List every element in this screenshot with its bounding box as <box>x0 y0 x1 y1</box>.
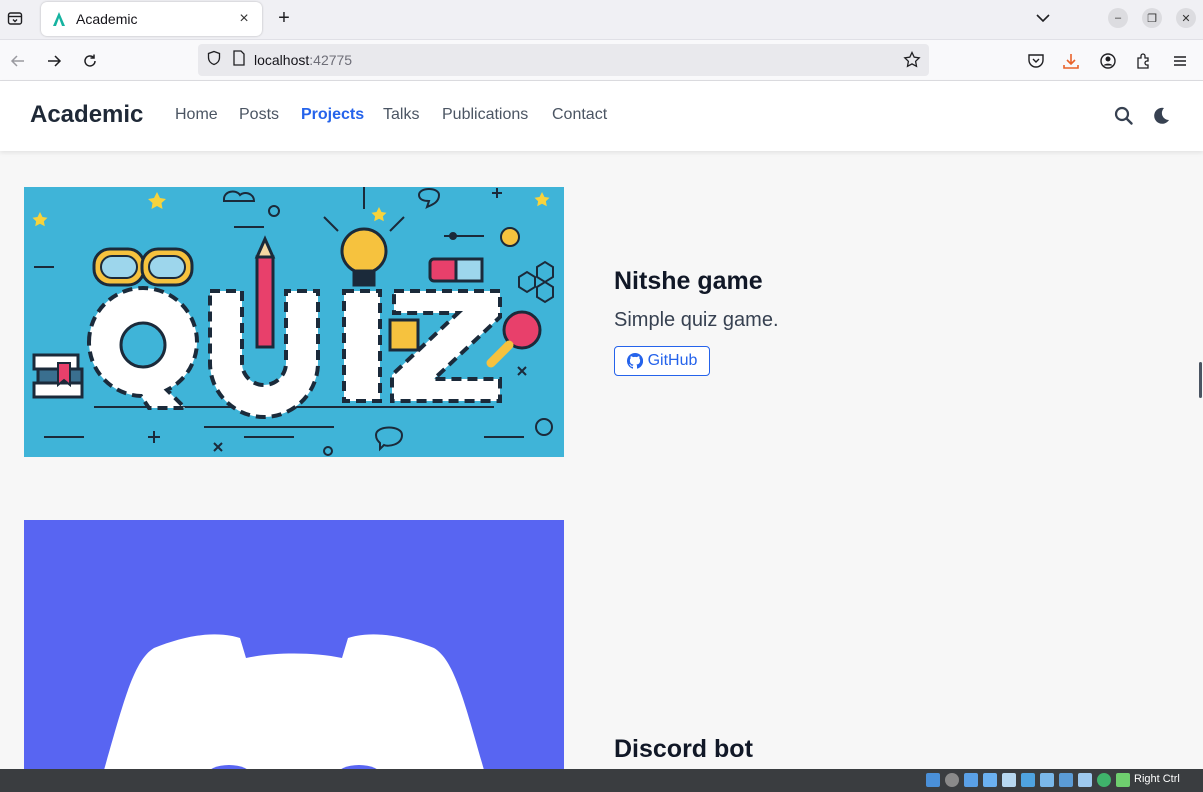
vrdp-icon[interactable] <box>1078 773 1092 787</box>
extensions-icon[interactable] <box>1134 51 1154 71</box>
capture-icon[interactable] <box>1059 773 1073 787</box>
reload-icon[interactable] <box>80 51 100 71</box>
quiz-project-image[interactable] <box>24 187 564 457</box>
host-taskbar: Right Ctrl <box>0 769 1203 792</box>
audio-icon[interactable] <box>964 773 978 787</box>
nav-link-projects[interactable]: Projects <box>301 106 364 124</box>
forward-icon[interactable] <box>44 51 64 71</box>
nav-link-contact[interactable]: Contact <box>552 106 607 124</box>
tab-list-icon[interactable] <box>4 7 26 29</box>
github-button[interactable]: GitHub <box>614 346 710 376</box>
restore-icon[interactable]: ❐ <box>1142 8 1162 28</box>
chevron-down-icon[interactable] <box>1034 10 1052 26</box>
project-summary: Simple quiz game. <box>614 309 779 331</box>
nav-link-home[interactable]: Home <box>175 106 218 124</box>
account-icon[interactable] <box>1098 51 1118 71</box>
url-host: localhost <box>254 52 310 68</box>
bookmark-star-icon[interactable] <box>903 50 921 74</box>
close-tab-icon[interactable]: × <box>236 10 252 27</box>
status-icon[interactable] <box>1116 773 1130 787</box>
url-bar[interactable]: localhost:42775 <box>198 44 929 76</box>
project-title[interactable]: Nitshe game <box>614 267 763 296</box>
nav-link-publications[interactable]: Publications <box>442 106 528 124</box>
page-icon <box>232 49 246 71</box>
shared-folder-icon[interactable] <box>1021 773 1035 787</box>
disc-icon[interactable] <box>945 773 959 787</box>
navigation-toolbar: localhost:42775 <box>0 40 1203 81</box>
minimize-icon[interactable]: – <box>1108 8 1128 28</box>
github-icon <box>626 353 643 369</box>
display-icon[interactable] <box>1040 773 1054 787</box>
pen-icon[interactable] <box>1002 773 1016 787</box>
nav-link-talks[interactable]: Talks <box>383 106 419 124</box>
globe-icon[interactable] <box>1097 773 1111 787</box>
site-navbar: Academic Home Posts Projects Talks Publi… <box>0 81 1203 151</box>
discord-logo-icon <box>24 520 564 770</box>
project-title-discord[interactable]: Discord bot <box>614 735 753 764</box>
usb-icon[interactable] <box>983 773 997 787</box>
github-button-label: GitHub <box>647 352 698 369</box>
shield-icon[interactable] <box>206 50 222 71</box>
discord-project-image[interactable] <box>24 520 564 770</box>
new-tab-icon[interactable]: + <box>274 7 294 29</box>
url-text[interactable]: localhost:42775 <box>254 52 352 68</box>
download-icon[interactable] <box>1061 51 1081 71</box>
search-icon[interactable] <box>1114 106 1134 126</box>
browser-tab-active[interactable]: Academic × <box>41 2 262 36</box>
tab-title: Academic <box>76 11 138 27</box>
browser-tab-strip: Academic × + – ❐ ✕ <box>0 0 1203 40</box>
pocket-icon[interactable] <box>1026 51 1046 71</box>
menu-icon[interactable] <box>1170 51 1190 71</box>
site-brand[interactable]: Academic <box>30 101 143 129</box>
close-window-icon[interactable]: ✕ <box>1176 8 1196 28</box>
nav-link-posts[interactable]: Posts <box>239 106 279 124</box>
back-icon[interactable] <box>8 51 28 71</box>
academic-favicon-icon <box>51 11 67 27</box>
host-key-label: Right Ctrl <box>1134 773 1180 785</box>
moon-icon[interactable] <box>1151 106 1171 126</box>
network-icon[interactable] <box>926 773 940 787</box>
url-port: :42775 <box>309 52 353 68</box>
scrollbar-thumb[interactable] <box>1199 362 1202 398</box>
